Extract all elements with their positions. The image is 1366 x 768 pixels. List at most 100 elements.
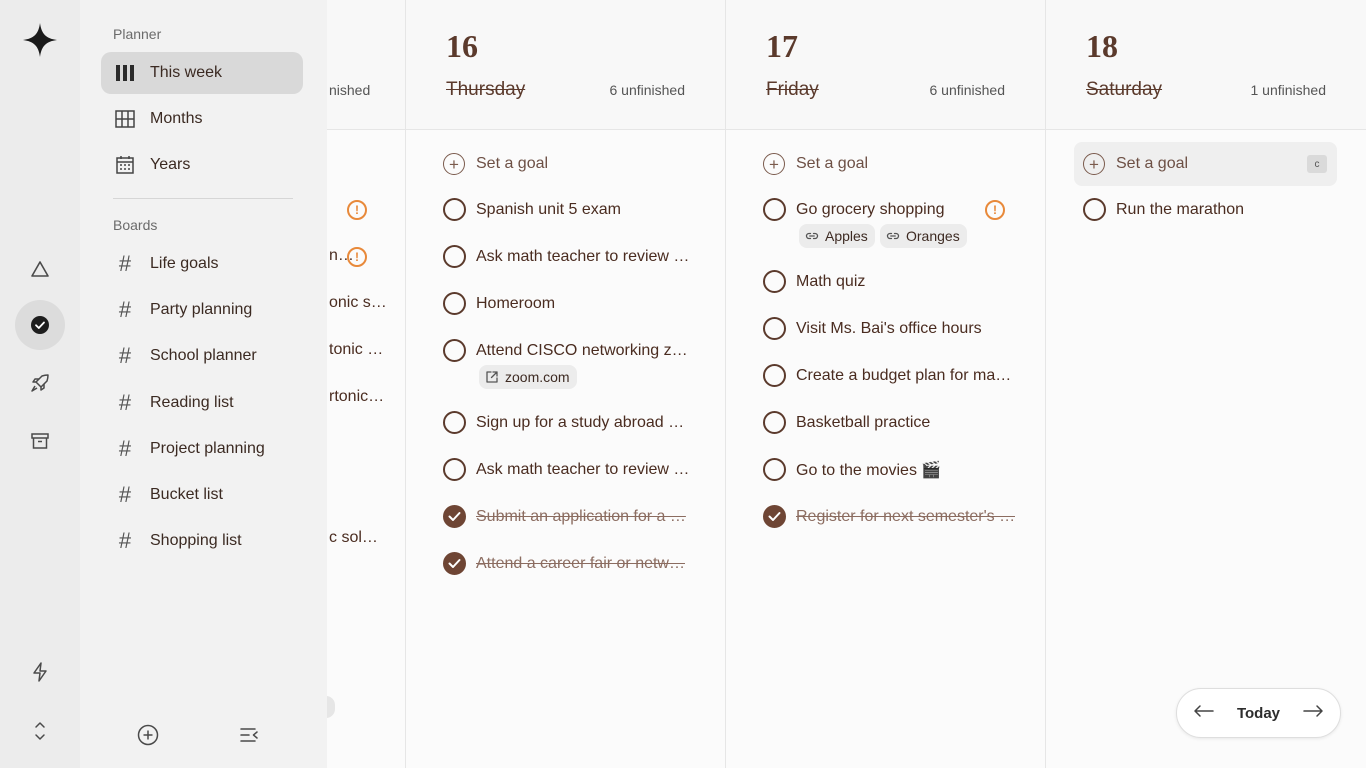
task-text: Basketball practice: [796, 413, 931, 431]
sidebar-item-months[interactable]: Months: [101, 98, 303, 140]
task-checkbox[interactable]: [763, 270, 786, 293]
task-text: Visit Ms. Bai's office hours: [796, 319, 982, 337]
task-item[interactable]: Run the marathon: [1083, 198, 1244, 221]
arrow-right-icon[interactable]: [1302, 704, 1324, 723]
task-item[interactable]: Math quiz: [763, 270, 865, 293]
task-checkbox[interactable]: [443, 411, 466, 434]
task-text: Go to the movies 🎬: [796, 461, 942, 479]
sidebar-item-bucket-list[interactable]: # Bucket list: [101, 474, 303, 516]
today-button[interactable]: Today: [1237, 705, 1280, 722]
lightning-icon[interactable]: [15, 647, 65, 697]
set-goal-button[interactable]: + Set a goal c: [1074, 142, 1337, 186]
link-chip[interactable]: zoom.com: [479, 365, 577, 389]
sidebar: Planner This week Months Years Boards # …: [80, 0, 327, 768]
task-item[interactable]: Attend CISCO networking z…: [443, 339, 688, 362]
task-item-done[interactable]: Register for next semester's …: [763, 505, 1015, 528]
calendar-icon: [114, 154, 136, 176]
task-checkbox[interactable]: [443, 292, 466, 315]
grid-icon: [114, 108, 136, 130]
task-text: Homeroom: [476, 294, 556, 312]
sidebar-item-label: Project planning: [150, 440, 265, 457]
task-item[interactable]: Spanish unit 5 exam: [443, 198, 621, 221]
task-item-done[interactable]: Submit an application for a …: [443, 505, 686, 528]
chip-label: Apples: [825, 228, 868, 244]
collapse-sidebar-icon[interactable]: [237, 723, 261, 747]
task-item[interactable]: Create a budget plan for ma…: [763, 364, 1011, 387]
sidebar-item-label: Reading list: [150, 394, 234, 411]
task-text[interactable]: onic s…: [329, 294, 387, 312]
sidebar-item-label: Years: [150, 156, 191, 173]
day-header-partial: nished: [327, 0, 405, 130]
day-column-thursday: 16 Thursday 6 unfinished + Set a goal Sp…: [406, 0, 726, 768]
unfinished-count: 6 unfinished: [929, 82, 1005, 98]
sidebar-item-project-planning[interactable]: # Project planning: [101, 428, 303, 470]
task-checkbox[interactable]: [763, 198, 786, 221]
day-name: Friday: [766, 79, 819, 100]
plus-circle-icon: +: [443, 153, 465, 175]
app-logo-icon[interactable]: [22, 22, 58, 58]
task-item[interactable]: Visit Ms. Bai's office hours: [763, 317, 982, 340]
task-checkbox[interactable]: [763, 364, 786, 387]
sidebar-item-party-planning[interactable]: # Party planning: [101, 289, 303, 331]
sidebar-item-life-goals[interactable]: # Life goals: [101, 243, 303, 285]
keyboard-shortcut-badge: c: [1307, 155, 1327, 173]
hash-icon: #: [118, 482, 132, 507]
chip-label: zoom.com: [505, 369, 570, 385]
task-item[interactable]: Homeroom: [443, 292, 555, 315]
task-item[interactable]: Basketball practice: [763, 411, 930, 434]
sidebar-item-label: Shopping list: [150, 532, 242, 549]
task-text: Math quiz: [796, 272, 866, 290]
task-text: Ask math teacher to review …: [476, 460, 690, 478]
sidebar-item-label: Party planning: [150, 301, 253, 318]
task-text: Spanish unit 5 exam: [476, 200, 621, 218]
task-item[interactable]: Ask math teacher to review …: [443, 245, 689, 268]
task-checkbox[interactable]: [443, 458, 466, 481]
chip-label: Oranges: [906, 228, 960, 244]
unfinished-count: nished: [329, 82, 371, 98]
task-checkbox[interactable]: [443, 339, 466, 362]
task-item[interactable]: Ask math teacher to review …: [443, 458, 689, 481]
link-chip[interactable]: Apples: [799, 224, 875, 248]
task-item[interactable]: Go to the movies 🎬: [763, 458, 941, 481]
set-goal-button[interactable]: + Set a goal: [434, 142, 697, 186]
task-checkbox-checked[interactable]: [443, 552, 466, 575]
day-number: 17: [766, 28, 798, 64]
sidebar-item-reading-list[interactable]: # Reading list: [101, 382, 303, 424]
task-text[interactable]: tonic …: [329, 341, 383, 359]
sidebar-item-years[interactable]: Years: [101, 144, 303, 186]
check-circle-icon[interactable]: [15, 300, 65, 350]
set-goal-label: Set a goal: [1116, 155, 1189, 172]
task-checkbox[interactable]: [763, 411, 786, 434]
archive-icon[interactable]: [15, 416, 65, 466]
task-item[interactable]: Go grocery shopping: [763, 198, 945, 221]
arrow-left-icon[interactable]: [1193, 704, 1215, 723]
day-header: 16 Thursday 6 unfinished: [406, 0, 725, 130]
task-checkbox[interactable]: [443, 198, 466, 221]
plus-circle-icon: +: [763, 153, 785, 175]
sidebar-item-school-planner[interactable]: # School planner: [101, 335, 303, 377]
task-text[interactable]: c sol…: [329, 529, 378, 547]
unfinished-count: 6 unfinished: [609, 82, 685, 98]
task-checkbox[interactable]: [763, 458, 786, 481]
add-circle-icon[interactable]: [136, 723, 160, 747]
triangle-icon[interactable]: [15, 244, 65, 294]
set-goal-label: Set a goal: [476, 155, 549, 172]
task-item-done[interactable]: Attend a career fair or netw…: [443, 552, 685, 575]
warning-icon: !: [347, 247, 367, 267]
icon-rail: [0, 0, 80, 768]
expand-icon[interactable]: [15, 706, 65, 756]
hash-icon: #: [118, 528, 132, 553]
set-goal-button[interactable]: + Set a goal: [754, 142, 1017, 186]
day-number: 16: [446, 28, 478, 64]
link-chip[interactable]: Oranges: [880, 224, 967, 248]
task-checkbox-checked[interactable]: [443, 505, 466, 528]
task-checkbox[interactable]: [763, 317, 786, 340]
task-checkbox[interactable]: [443, 245, 466, 268]
sidebar-item-shopping-list[interactable]: # Shopping list: [101, 520, 303, 562]
rocket-icon[interactable]: [15, 358, 65, 408]
task-item[interactable]: Sign up for a study abroad …: [443, 411, 684, 434]
task-checkbox-checked[interactable]: [763, 505, 786, 528]
task-text[interactable]: rtonic…: [329, 388, 384, 406]
sidebar-item-this-week[interactable]: This week: [101, 52, 303, 94]
task-checkbox[interactable]: [1083, 198, 1106, 221]
